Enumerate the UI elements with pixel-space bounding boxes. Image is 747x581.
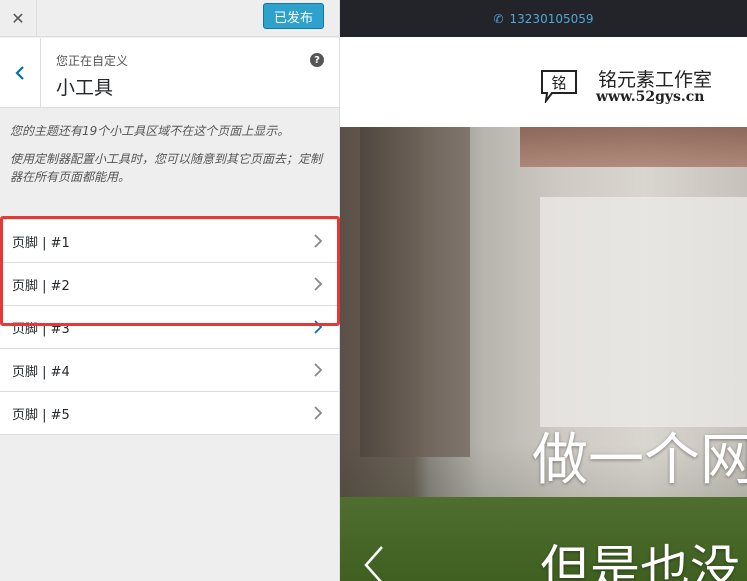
widget-area-label: 页脚 | #4 xyxy=(12,364,70,380)
customizing-label: 您正在自定义 xyxy=(56,54,129,68)
notice-navigate-tip: 使用定制器配置小工具时，您可以随意到其它页面去；定制器在所有页面都能用。 xyxy=(10,152,323,184)
site-url: www.52gys.cn xyxy=(596,89,705,105)
widget-area-label: 页脚 | #5 xyxy=(12,407,70,423)
customizer-sidebar: ✕ 已发布 您正在自定义 小工具 ? 您的主题还有19个小工具区域不在这个页面上… xyxy=(0,0,340,581)
slider-prev-icon[interactable] xyxy=(362,545,386,581)
hero-roof-shape xyxy=(520,127,747,167)
widget-area-label: 页脚 | #3 xyxy=(12,321,70,337)
widget-area-label: 页脚 | #1 xyxy=(12,235,70,251)
publish-button[interactable]: 已发布 xyxy=(263,3,324,29)
chevron-right-icon xyxy=(314,277,323,291)
preview-topbar: ✆ 13230105059 xyxy=(340,0,747,37)
site-preview: ✆ 13230105059 铭 铭元素工作室 www.52gys.cn 做一个网… xyxy=(340,0,747,581)
widget-area-list: 页脚 | #1 页脚 | #2 页脚 | #3 页脚 | #4 页脚 | #5 xyxy=(0,219,339,435)
widget-area-footer-3[interactable]: 页脚 | #3 xyxy=(0,306,339,349)
widget-area-footer-1[interactable]: 页脚 | #1 xyxy=(0,220,339,263)
phone-number[interactable]: 13230105059 xyxy=(510,12,594,26)
back-button[interactable] xyxy=(0,38,41,108)
widgets-notice: 您的主题还有19个小工具区域不在这个页面上显示。 使用定制器配置小工具时，您可以… xyxy=(10,122,330,196)
help-icon[interactable]: ? xyxy=(310,53,324,67)
hero-slider: 做一个网 但是也没 xyxy=(340,127,747,581)
close-button[interactable]: ✕ xyxy=(0,0,37,37)
chevron-right-icon xyxy=(314,406,323,420)
chevron-right-icon xyxy=(314,320,323,334)
widget-area-footer-4[interactable]: 页脚 | #4 xyxy=(0,349,339,392)
speech-bubble-logo-icon[interactable]: 铭 xyxy=(540,69,578,103)
widget-area-footer-5[interactable]: 页脚 | #5 xyxy=(0,392,339,435)
site-name[interactable]: 铭元素工作室 xyxy=(598,65,712,92)
hero-tower-shape xyxy=(360,127,470,457)
hero-headline: 做一个网 xyxy=(532,428,747,493)
widget-area-footer-2[interactable]: 页脚 | #2 xyxy=(0,263,339,306)
chevron-left-icon xyxy=(15,66,24,80)
chevron-right-icon xyxy=(314,363,323,377)
site-header: 铭 铭元素工作室 www.52gys.cn xyxy=(340,37,747,127)
phone-icon: ✆ xyxy=(493,11,504,26)
widget-area-label: 页脚 | #2 xyxy=(12,278,70,294)
hero-wall-shape xyxy=(540,197,747,427)
customizer-header: ✕ 已发布 xyxy=(0,0,339,37)
notice-hidden-areas: 您的主题还有19个小工具区域不在这个页面上显示。 xyxy=(10,124,290,138)
section-title-bar: 您正在自定义 小工具 ? xyxy=(0,38,339,108)
chevron-right-icon xyxy=(314,234,323,248)
logo-char: 铭 xyxy=(551,74,566,92)
section-title: 小工具 xyxy=(56,77,114,99)
hero-subheadline: 但是也没 xyxy=(540,540,740,581)
